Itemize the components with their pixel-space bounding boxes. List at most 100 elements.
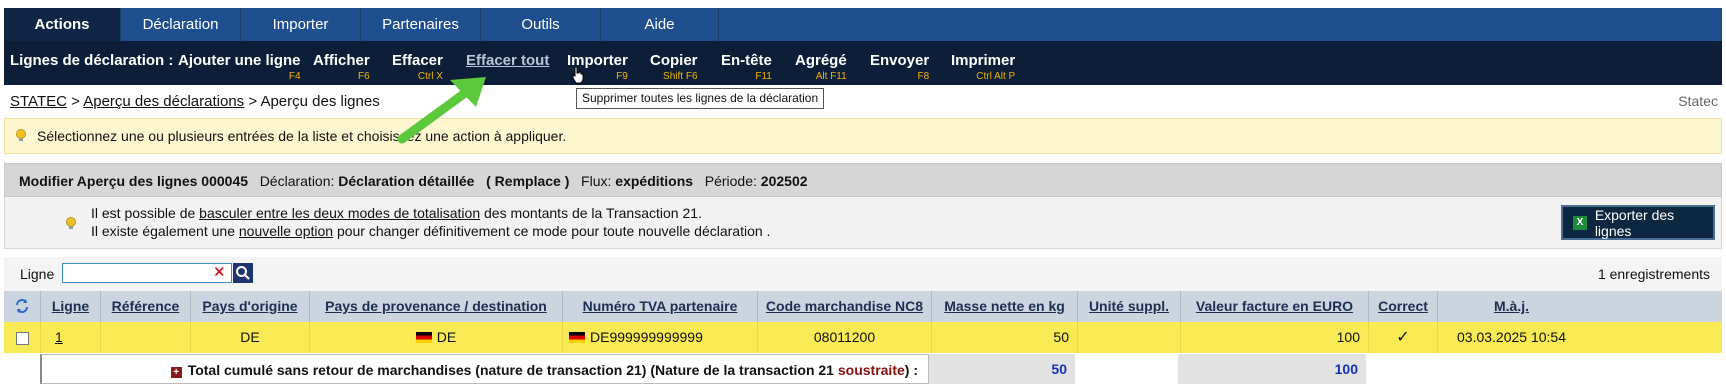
app-name: Statec [1678,93,1718,109]
aggregate-button[interactable]: Agrégé Alt F11 [795,52,847,82]
col-maj[interactable]: M.à.j. [1437,291,1585,322]
tab-actions[interactable]: Actions [4,8,121,41]
col-reference[interactable]: Référence [100,291,190,322]
note-new-option: Il existe également une nouvelle option … [91,223,770,239]
delete-shortcut: Ctrl X [417,71,443,82]
breadcrumb-separator: > [66,93,84,110]
header-shortcut: F11 [755,71,772,82]
totals-label: + Total cumulé sans retour de marchandise… [40,354,929,384]
row-correct-check-icon: ✓ [1368,322,1437,353]
note-totalisation: Il est possible de basculer entre les de… [91,205,702,221]
expand-icon[interactable]: + [170,367,182,378]
row-unite [1077,322,1180,353]
col-tva-partenaire[interactable]: Numéro TVA partenaire [562,291,757,322]
germany-flag-icon [415,332,432,343]
row-pays-provenance: DE [436,329,457,345]
hand-cursor-icon [572,66,584,84]
note2-text: Il existe également une [91,223,239,239]
action-toolbar: Lignes de déclaration : Ajouter une lign… [4,41,1722,85]
send-shortcut: F8 [917,71,930,82]
note2-text-end: pour changer définitivement ce mode pour… [333,223,771,239]
germany-flag-icon [569,332,585,343]
panel-header: Modifier Aperçu des lignes 000045 Déclar… [4,163,1722,197]
flux-label: Flux: [581,173,612,189]
line-filter-bar: Ligne ✕ 1 enregistrements [4,257,1722,291]
clear-icon[interactable]: ✕ [213,264,226,282]
new-option-link[interactable]: nouvelle option [239,223,333,239]
send-button[interactable]: Envoyer F8 [870,52,929,82]
search-button[interactable] [233,263,253,283]
note1-text: Il est possible de [91,205,200,221]
tab-partenaires[interactable]: Partenaires [361,8,481,41]
row-tva: DE999999999999 [590,329,703,345]
col-correct[interactable]: Correct [1368,291,1437,322]
declaration-label: Déclaration: [259,173,335,189]
delete-all-label: Effacer tout [466,52,550,69]
row-pays-origine: DE [190,322,309,353]
toggle-totalisation-link[interactable]: basculer entre les deux modes de totalis… [199,205,480,221]
print-button[interactable]: Imprimer Ctrl Alt P [951,52,1015,82]
tab-outils[interactable]: Outils [481,8,601,41]
col-pays-origine[interactable]: Pays d'origine [190,291,309,322]
delete-all-tooltip: Supprimer toutes les lignes de la déclar… [576,88,825,109]
panel-notes: Il est possible de basculer entre les de… [4,197,1722,249]
row-checkbox[interactable] [15,331,29,345]
show-shortcut: F6 [358,71,370,82]
breadcrumb-separator: > [244,93,261,110]
add-line-button[interactable]: Ajouter une ligne F4 [178,52,301,82]
col-code-nc8[interactable]: Code marchandise NC8 [757,291,931,322]
totals-row: + Total cumulé sans retour de marchandise… [4,354,1722,384]
row-tva-cell: DE999999999999 [562,322,757,353]
search-icon [236,266,250,280]
col-masse-nette[interactable]: Masse nette en kg [931,291,1077,322]
period-label: Période: [704,173,757,189]
export-lines-label: Exporter des lignes [1594,206,1675,239]
add-line-label: Ajouter une ligne [178,52,301,69]
declaration-mode: ( Remplace ) [486,173,570,189]
declaration-value: Déclaration détaillée [338,173,475,189]
lightbulb-icon [66,217,76,229]
tab-declaration[interactable]: Déclaration [121,8,241,41]
tab-aide[interactable]: Aide [601,8,719,41]
table-row[interactable]: 1 DE DE DE999999999999 08011200 50 100 ✓… [4,322,1722,353]
col-valeur-facture[interactable]: Valeur facture en EURO [1180,291,1368,322]
row-pays-provenance-cell: DE [309,322,562,353]
total-valeur: 100 [1178,354,1366,384]
header-label: En-tête [721,52,772,69]
row-select-cell [4,322,40,353]
col-pays-provenance[interactable]: Pays de provenance / destination [309,291,562,322]
delete-all-button[interactable]: Effacer tout [466,52,549,71]
row-code-nc8: 08011200 [757,322,931,353]
record-count: 1 enregistrements [1597,266,1710,282]
refresh-icon [16,299,28,313]
totals-spacer [4,354,40,384]
breadcrumb-current: Aperçu des lignes [260,93,380,110]
header-button[interactable]: En-tête F11 [721,52,772,82]
row-valeur: 100 [1180,322,1368,353]
show-button[interactable]: Afficher F6 [313,52,370,82]
totals-label-emphasis: soustraite [837,362,905,378]
refresh-button[interactable] [4,291,40,322]
add-line-shortcut: F4 [288,71,301,82]
show-label: Afficher [313,52,370,69]
col-unite-suppl[interactable]: Unité suppl. [1077,291,1180,322]
info-message-text: Sélectionnez une ou plusieurs entrées de… [37,128,567,144]
totals-label-text: Total cumulé sans retour de marchandises… [187,362,838,378]
line-filter-label: Ligne [20,266,55,282]
totals-label-end: ) : [904,362,918,378]
export-lines-button[interactable]: X Exporter des lignes [1561,205,1715,240]
row-ligne-link[interactable]: 1 [40,322,100,353]
line-filter-input[interactable] [62,263,232,283]
main-tabs: Actions Déclaration Importer Partenaires… [4,8,1722,41]
aggregate-shortcut: Alt F11 [815,71,847,82]
breadcrumb-statec-link[interactable]: STATEC [10,93,67,110]
lightbulb-icon [16,129,26,141]
period-value: 202502 [760,173,808,189]
print-shortcut: Ctrl Alt P [976,71,1016,82]
delete-button[interactable]: Effacer Ctrl X [392,52,443,82]
row-reference [100,322,190,353]
breadcrumb-declarations-link[interactable]: Aperçu des déclarations [83,93,244,110]
tab-importer[interactable]: Importer [241,8,361,41]
col-ligne[interactable]: Ligne [40,291,100,322]
copy-button[interactable]: Copier Shift F6 [650,52,698,82]
